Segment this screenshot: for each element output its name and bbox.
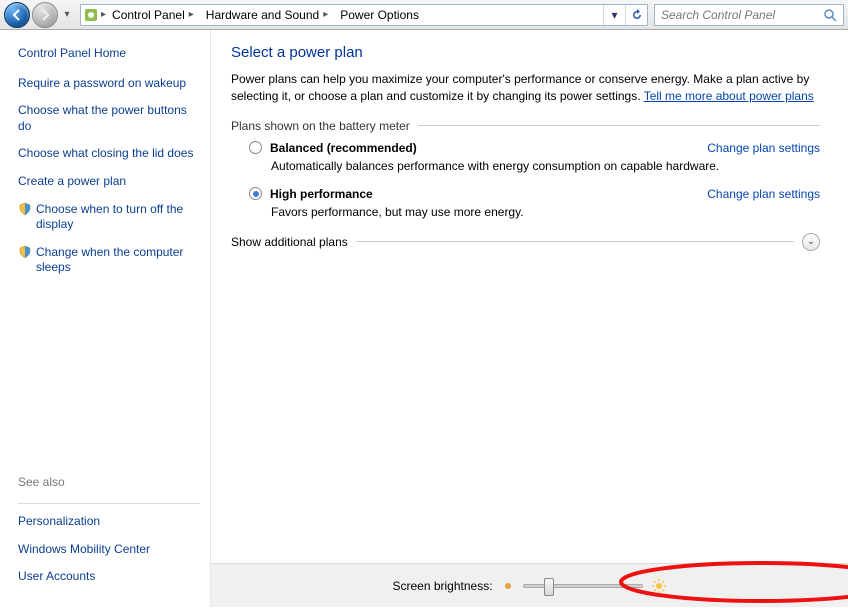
chevron-right-icon: ▸ bbox=[189, 9, 194, 20]
address-bar[interactable]: ▸ Control Panel ▸ Hardware and Sound ▸ Pow… bbox=[80, 4, 648, 26]
refresh-button[interactable] bbox=[625, 5, 647, 25]
control-panel-home-link[interactable]: Control Panel Home bbox=[18, 46, 200, 62]
shield-icon bbox=[18, 245, 32, 259]
search-placeholder: Search Control Panel bbox=[661, 8, 775, 22]
refresh-icon bbox=[631, 9, 643, 21]
seealso-user-accounts[interactable]: User Accounts bbox=[18, 569, 200, 585]
section-label: Plans shown on the battery meter bbox=[231, 119, 410, 133]
sidebar-task-password-wakeup[interactable]: Require a password on wakeup bbox=[18, 76, 200, 92]
sidebar-task-turn-off-display[interactable]: Choose when to turn off the display bbox=[36, 202, 200, 233]
sidebar-task-create-plan[interactable]: Create a power plan bbox=[18, 174, 200, 190]
slider-thumb[interactable] bbox=[544, 578, 554, 596]
divider bbox=[418, 125, 820, 126]
address-dropdown[interactable]: ▾ bbox=[603, 5, 625, 25]
page-title: Select a power plan bbox=[231, 44, 820, 61]
brightness-bar: Screen brightness: bbox=[211, 563, 848, 607]
plan-name: Balanced (recommended) bbox=[270, 141, 417, 155]
nav-history-dropdown[interactable]: ▾ bbox=[60, 2, 74, 28]
breadcrumb-hardware-sound[interactable]: Hardware and Sound ▸ bbox=[200, 5, 334, 25]
expand-button[interactable]: ⌄ bbox=[802, 233, 820, 251]
change-plan-settings-link[interactable]: Change plan settings bbox=[707, 187, 820, 201]
breadcrumb-label: Control Panel bbox=[112, 8, 185, 22]
change-plan-settings-link[interactable]: Change plan settings bbox=[707, 141, 820, 155]
sidebar: Control Panel Home Require a password on… bbox=[0, 30, 210, 607]
arrow-right-icon bbox=[39, 9, 51, 21]
radio-balanced[interactable] bbox=[249, 141, 262, 154]
plan-description: Favors performance, but may use more ene… bbox=[271, 205, 820, 219]
sun-dim-icon bbox=[501, 579, 515, 593]
brightness-label: Screen brightness: bbox=[392, 579, 492, 593]
sidebar-task-closing-lid[interactable]: Choose what closing the lid does bbox=[18, 146, 200, 162]
search-icon bbox=[823, 8, 837, 22]
control-panel-icon bbox=[81, 7, 101, 23]
breadcrumb-control-panel[interactable]: Control Panel ▸ bbox=[106, 5, 200, 25]
forward-button[interactable] bbox=[32, 2, 58, 28]
plan-balanced: Balanced (recommended) Change plan setti… bbox=[249, 141, 820, 173]
breadcrumb-power-options[interactable]: Power Options bbox=[334, 5, 425, 25]
sun-bright-icon bbox=[651, 578, 667, 594]
shield-icon bbox=[18, 202, 32, 216]
chevron-right-icon: ▸ bbox=[323, 9, 328, 20]
seealso-mobility-center[interactable]: Windows Mobility Center bbox=[18, 542, 200, 558]
learn-more-link[interactable]: Tell me more about power plans bbox=[644, 89, 814, 103]
show-additional-label: Show additional plans bbox=[231, 235, 348, 249]
seealso-personalization[interactable]: Personalization bbox=[18, 514, 200, 530]
brightness-slider[interactable] bbox=[523, 584, 643, 588]
content-pane: Select a power plan Power plans can help… bbox=[210, 30, 848, 607]
divider bbox=[18, 503, 200, 504]
plan-high-performance: High performance Change plan settings Fa… bbox=[249, 187, 820, 219]
sidebar-task-computer-sleeps[interactable]: Change when the computer sleeps bbox=[36, 245, 200, 276]
see-also-header: See also bbox=[18, 475, 200, 489]
breadcrumb-label: Power Options bbox=[340, 8, 419, 22]
show-additional-plans-row: Show additional plans ⌄ bbox=[231, 233, 820, 251]
navigation-bar: ▾ ▸ Control Panel ▸ Hardware and Sound ▸ P… bbox=[0, 0, 848, 30]
plan-description: Automatically balances performance with … bbox=[271, 159, 820, 173]
chevron-down-icon: ⌄ bbox=[807, 236, 815, 247]
page-description: Power plans can help you maximize your c… bbox=[231, 71, 820, 105]
arrow-left-icon bbox=[11, 9, 23, 21]
divider bbox=[356, 241, 794, 242]
sidebar-task-power-buttons[interactable]: Choose what the power buttons do bbox=[18, 103, 200, 134]
section-battery-plans: Plans shown on the battery meter bbox=[231, 119, 820, 133]
plan-name: High performance bbox=[270, 187, 373, 201]
back-button[interactable] bbox=[4, 2, 30, 28]
breadcrumb-label: Hardware and Sound bbox=[206, 8, 319, 22]
radio-high-performance[interactable] bbox=[249, 187, 262, 200]
search-input[interactable]: Search Control Panel bbox=[654, 4, 844, 26]
